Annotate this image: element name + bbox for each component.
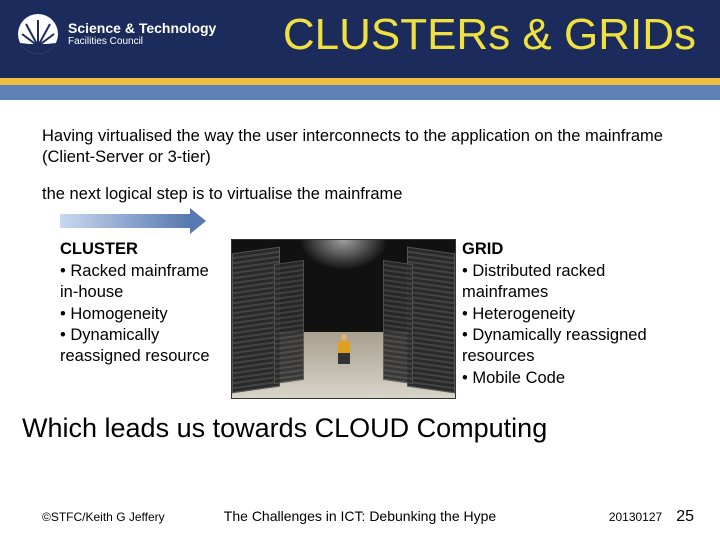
slide-title: CLUSTERs & GRIDs [283,10,696,60]
footer-subtitle: The Challenges in ICT: Debunking the Hyp… [224,508,496,524]
grid-heading: GRID [462,239,660,260]
org-name: Science & Technology Facilities Council [68,21,216,47]
cluster-bullet: • Homogeneity [60,304,225,325]
slide-footer: ©STFC/Keith G Jeffery The Challenges in … [0,508,720,526]
copyright: ©STFC/Keith G Jeffery [42,510,165,524]
org-logo: Science & Technology Facilities Council [0,0,216,54]
cluster-bullet: • Racked mainframe in-house [60,261,225,304]
cluster-heading: CLUSTER [60,239,225,260]
grid-column: GRID • Distributed racked mainframes • H… [462,239,660,389]
org-name-line1: Science & Technology [68,21,216,36]
slide-content: Having virtualised the way the user inte… [0,100,720,399]
step-text: the next logical step is to virtualise t… [42,185,678,204]
footer-date: 20130127 [609,510,662,524]
grid-bullet: • Mobile Code [462,368,660,389]
arrow-row [42,214,678,233]
arrow-right-icon [60,214,190,228]
conclusion-text: Which leads us towards CLOUD Computing [0,399,720,444]
page-number: 25 [676,508,694,526]
cluster-bullet: • Dynamically reassigned resource [60,325,225,368]
org-name-line2: Facilities Council [68,36,216,47]
person-icon [338,334,350,364]
grid-bullet: • Heterogeneity [462,304,660,325]
sunburst-icon [18,14,58,54]
cluster-column: CLUSTER • Racked mainframe in-house • Ho… [60,239,225,389]
grid-bullet: • Dynamically reassigned resources [462,325,660,368]
datacenter-image [231,239,456,399]
grid-bullet: • Distributed racked mainframes [462,261,660,304]
comparison-columns: CLUSTER • Racked mainframe in-house • Ho… [42,239,678,399]
intro-text: Having virtualised the way the user inte… [42,126,678,167]
slide-header: Science & Technology Facilities Council … [0,0,720,100]
